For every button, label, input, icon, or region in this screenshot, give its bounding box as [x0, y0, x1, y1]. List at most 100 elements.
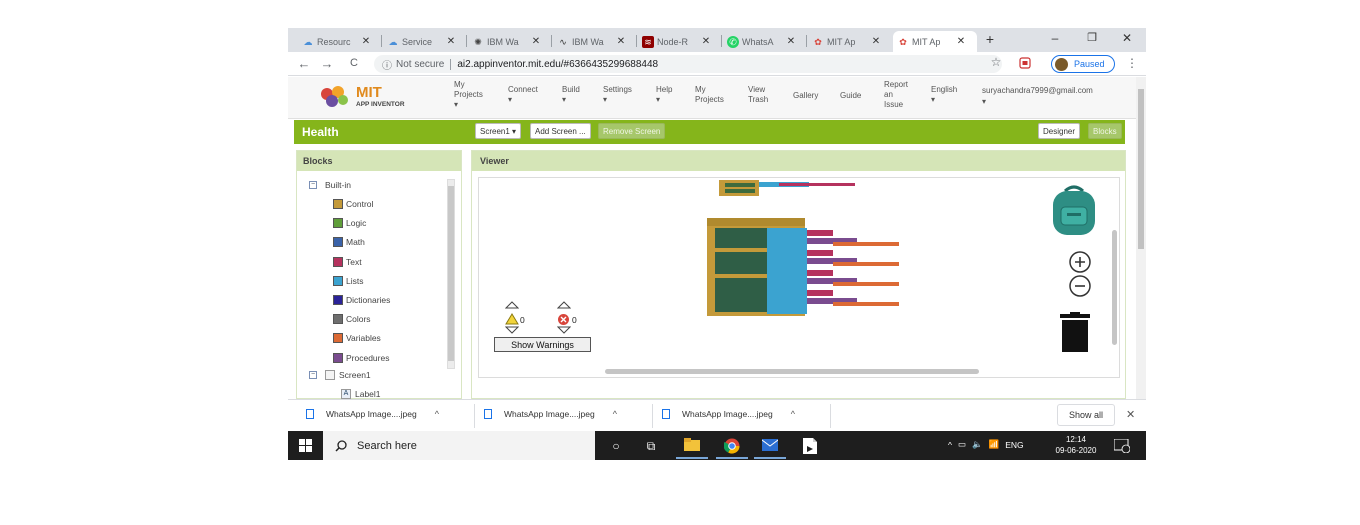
backpack-icon[interactable]	[1047, 183, 1101, 237]
block-drawer-item[interactable]: Procedures	[333, 352, 389, 363]
extension-icon[interactable]	[1017, 57, 1033, 72]
tray-expand-icon[interactable]: ^	[948, 440, 952, 450]
browser-tab[interactable]: ☁ Resourc ✕	[298, 31, 382, 52]
block-drawer-item[interactable]: Control	[333, 199, 373, 209]
blocks-button[interactable]: Blocks	[1088, 123, 1122, 139]
block-drawer-item[interactable]: Math	[333, 237, 365, 248]
close-tab-icon[interactable]: ✕	[871, 36, 881, 47]
new-tab-button[interactable]: +	[980, 31, 1000, 47]
close-tab-icon[interactable]: ✕	[786, 36, 796, 47]
workspace-horizontal-scrollbar[interactable]	[605, 369, 979, 374]
remove-screen-button[interactable]: Remove Screen	[598, 123, 666, 139]
close-tab-icon[interactable]: ✕	[361, 36, 371, 47]
browser-tab[interactable]: ✿ MIT Ap ✕	[893, 31, 977, 52]
block-group-top[interactable]	[719, 180, 859, 196]
mail-app-icon[interactable]	[761, 438, 779, 454]
download-options-chevron-icon[interactable]: ^	[613, 409, 617, 419]
file-app-icon[interactable]	[802, 438, 818, 454]
block-drawer-item[interactable]: Variables	[333, 333, 381, 344]
address-bar[interactable]: ⓘ Not secure ai2.appinventor.mit.edu/#63…	[374, 55, 1002, 73]
blocks-workspace[interactable]: 0 0 Show Warnings	[478, 177, 1120, 378]
close-tab-icon[interactable]: ✕	[446, 36, 456, 47]
app-menu-item[interactable]: Build ▾	[562, 85, 580, 105]
profile-paused-button[interactable]: Paused	[1051, 55, 1115, 73]
reload-button[interactable]: C	[346, 57, 362, 69]
app-menu-item[interactable]: Settings ▾	[603, 85, 632, 105]
close-tab-icon[interactable]: ✕	[956, 36, 966, 47]
file-explorer-icon[interactable]	[684, 438, 700, 454]
block-drawer-item[interactable]: Lists	[333, 275, 363, 286]
tree-label1[interactable]: A Label1	[341, 389, 381, 399]
browser-tab[interactable]: ∿ IBM Wa ✕	[553, 31, 637, 52]
designer-button[interactable]: Designer	[1038, 123, 1081, 139]
app-menu-item[interactable]: My Projects	[695, 85, 724, 105]
close-tab-icon[interactable]: ✕	[701, 36, 711, 47]
close-tab-icon[interactable]: ✕	[616, 36, 626, 47]
workspace-vertical-scrollbar[interactable]	[1112, 230, 1117, 345]
app-menu-item[interactable]: View Trash	[748, 85, 768, 105]
app-menu-item[interactable]: Help ▾	[656, 85, 672, 105]
browser-tab[interactable]: ≋ Node-R ✕	[638, 31, 722, 52]
language-indicator[interactable]: ENG	[1005, 440, 1023, 450]
mit-app-inventor-logo[interactable]: MIT APP INVENTOR	[318, 82, 448, 112]
collapse-toggle-icon[interactable]: −	[309, 181, 317, 189]
app-menu-item[interactable]: Connect ▾	[508, 85, 538, 105]
windows-start-icon[interactable]	[299, 439, 312, 452]
prev-warning-arrow-icon[interactable]	[505, 301, 519, 309]
app-menu-item[interactable]: Report an Issue	[884, 80, 908, 110]
app-menu-item[interactable]: English ▾	[931, 85, 957, 105]
download-item[interactable]: WhatsApp Image....jpeg ^	[662, 409, 795, 419]
show-warnings-button[interactable]: Show Warnings	[494, 337, 591, 352]
collapse-toggle-icon[interactable]: −	[309, 371, 317, 379]
minimize-window-button[interactable]: –	[1045, 31, 1065, 45]
zoom-out-icon[interactable]	[1068, 274, 1092, 298]
download-options-chevron-icon[interactable]: ^	[791, 409, 795, 419]
download-item[interactable]: WhatsApp Image....jpeg ^	[306, 409, 439, 419]
browser-tab[interactable]: ✆ WhatsA ✕	[723, 31, 807, 52]
block-drawer-item[interactable]: Logic	[333, 218, 366, 229]
restore-window-button[interactable]: ❐	[1082, 31, 1102, 44]
next-warning-arrow-icon[interactable]	[505, 326, 519, 334]
trash-icon[interactable]	[1058, 312, 1092, 354]
add-screen-button[interactable]: Add Screen ...	[530, 123, 591, 139]
network-icon[interactable]: 📶	[989, 439, 1000, 450]
taskbar-search-box[interactable]: Search here	[323, 431, 595, 460]
screen-select[interactable]: Screen1 ▾	[475, 123, 522, 139]
show-all-downloads-button[interactable]: Show all	[1057, 404, 1115, 426]
taskbar-clock[interactable]: 12:14 09-06-2020	[1050, 434, 1102, 456]
app-menu-item[interactable]: Gallery	[793, 91, 818, 101]
cortana-icon[interactable]: ○	[608, 438, 624, 454]
browser-tab[interactable]: ☁ Service ✕	[383, 31, 467, 52]
page-scrollbar[interactable]	[1136, 77, 1146, 399]
user-email-menu[interactable]: suryachandra7999@gmail.com ▾	[982, 86, 1093, 106]
app-menu-item[interactable]: Guide	[840, 91, 861, 101]
notifications-icon[interactable]	[1114, 439, 1130, 453]
download-options-chevron-icon[interactable]: ^	[435, 409, 439, 419]
block-drawer-item[interactable]: Colors	[333, 314, 371, 325]
close-tab-icon[interactable]: ✕	[531, 36, 541, 47]
volume-icon[interactable]: 🔈	[972, 439, 983, 450]
task-view-icon[interactable]: ⧉	[643, 438, 659, 454]
block-drawer-item[interactable]: Dictionaries	[333, 295, 390, 305]
block-group-main[interactable]	[707, 218, 907, 318]
close-downloads-icon[interactable]: ✕	[1126, 408, 1135, 421]
zoom-in-icon[interactable]	[1068, 250, 1092, 274]
tree-screen1[interactable]: − Screen1	[309, 370, 371, 380]
browser-tab[interactable]: ✺ IBM Wa ✕	[468, 31, 552, 52]
prev-error-arrow-icon[interactable]	[557, 301, 571, 309]
back-button[interactable]: ←	[296, 56, 312, 71]
block-drawer-item[interactable]: Text	[333, 256, 362, 267]
bookmark-star-icon[interactable]: ☆	[988, 55, 1004, 69]
browser-tab[interactable]: ✿ MIT Ap ✕	[808, 31, 892, 52]
next-error-arrow-icon[interactable]	[557, 326, 571, 334]
close-window-button[interactable]: ✕	[1117, 31, 1137, 45]
download-item[interactable]: WhatsApp Image....jpeg ^	[484, 409, 617, 419]
forward-button[interactable]: →	[319, 56, 335, 71]
blocks-panel-scrollbar[interactable]	[447, 179, 455, 369]
info-icon[interactable]: ⓘ	[382, 57, 392, 72]
battery-icon[interactable]: ▭	[958, 439, 966, 450]
browser-menu-icon[interactable]: ⋮	[1124, 56, 1140, 70]
app-menu-item[interactable]: My Projects ▾	[454, 80, 483, 110]
chrome-icon[interactable]	[723, 438, 740, 454]
tree-builtin[interactable]: − Built-in	[309, 180, 351, 190]
